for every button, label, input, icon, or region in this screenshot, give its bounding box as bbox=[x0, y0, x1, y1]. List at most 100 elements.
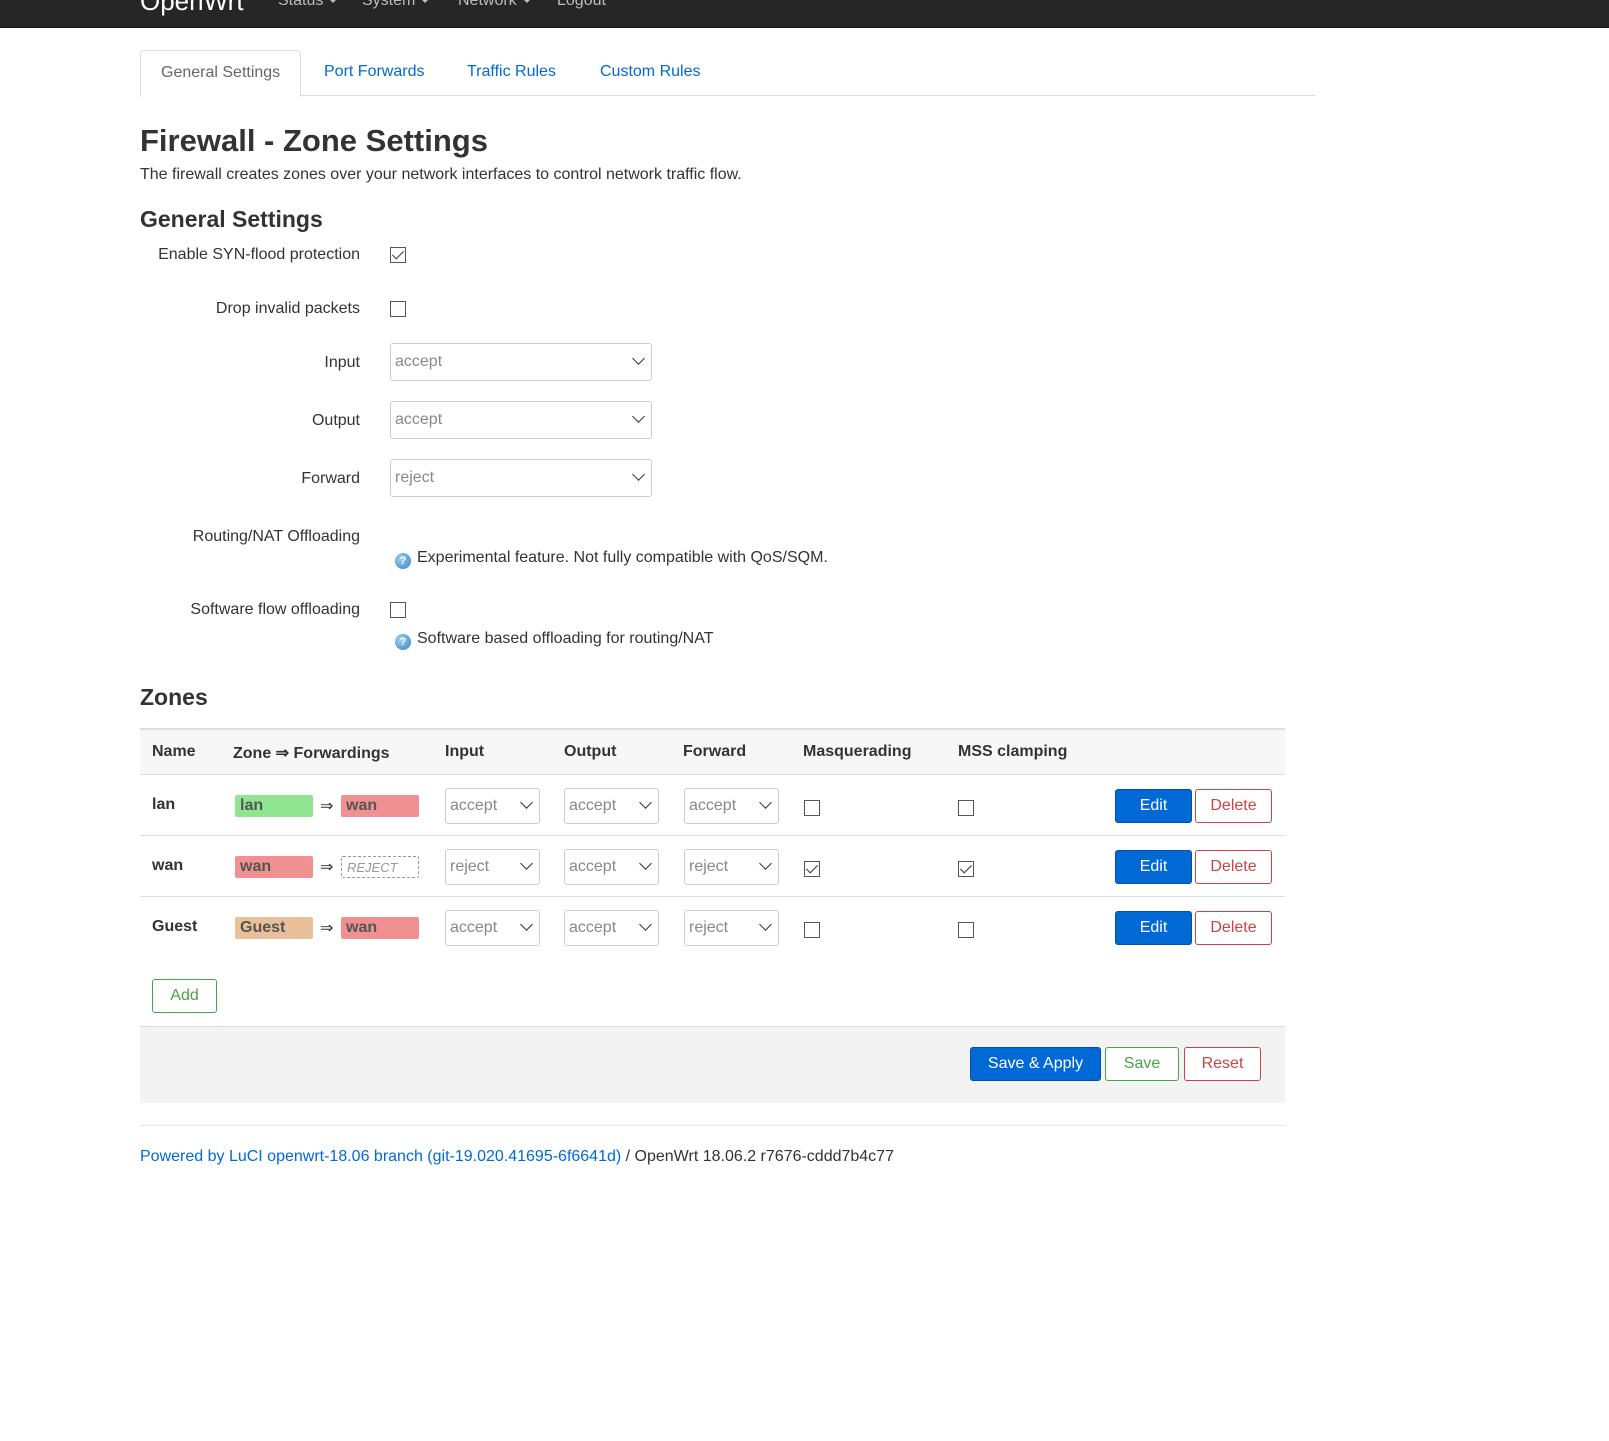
offloading-label: Routing/NAT Offloading bbox=[192, 528, 360, 545]
syn-flood-checkbox[interactable] bbox=[390, 247, 406, 263]
syn-flood-label: Enable SYN-flood protection bbox=[158, 246, 360, 263]
chevron-down-icon bbox=[639, 857, 652, 870]
th-zone-forwardings: Zone ⇒ Forwardings bbox=[233, 745, 390, 762]
luci-link[interactable]: Powered by LuCI openwrt-18.06 branch (gi… bbox=[140, 1148, 621, 1165]
chevron-down-icon bbox=[520, 796, 533, 809]
forward-policy-value: reject bbox=[395, 469, 435, 486]
help-icon: ? bbox=[395, 634, 411, 650]
delete-button[interactable]: Delete bbox=[1195, 911, 1272, 945]
zone-input-value: reject bbox=[450, 858, 490, 875]
zone-output-select[interactable]: accept bbox=[564, 849, 659, 885]
tab-custom-rules[interactable]: Custom Rules bbox=[580, 50, 720, 96]
zone-forward-value: reject bbox=[689, 919, 729, 936]
chevron-down-icon bbox=[759, 796, 772, 809]
zone-output-value: accept bbox=[569, 919, 617, 936]
th-output: Output bbox=[564, 743, 617, 760]
tab-bar: General Settings Port Forwards Traffic R… bbox=[140, 50, 1315, 97]
zone-badge: Guest bbox=[235, 917, 313, 939]
zone-output-select[interactable]: accept bbox=[564, 788, 659, 824]
table-row: Guest Guest ⇒ wan accept accept reject E… bbox=[140, 897, 1285, 958]
mss-clamping-checkbox[interactable] bbox=[958, 922, 974, 938]
zone-badge: wan bbox=[235, 856, 313, 878]
reset-button[interactable]: Reset bbox=[1184, 1047, 1261, 1081]
zone-name: Guest bbox=[152, 918, 198, 935]
forward-badge: REJECT bbox=[341, 856, 419, 878]
offloading-help-text: Experimental feature. Not fully compatib… bbox=[417, 549, 828, 566]
edit-button[interactable]: Edit bbox=[1115, 911, 1192, 945]
general-settings-heading: General Settings bbox=[140, 206, 323, 232]
drop-invalid-label: Drop invalid packets bbox=[215, 300, 360, 317]
nav-system-label: System bbox=[362, 0, 416, 9]
masquerading-checkbox[interactable] bbox=[804, 922, 820, 938]
zone-forward-select[interactable]: reject bbox=[684, 849, 779, 885]
tab-port-forwards[interactable]: Port Forwards bbox=[304, 50, 444, 96]
zone-output-select[interactable]: accept bbox=[564, 910, 659, 946]
version-text: / OpenWrt 18.06.2 r7676-cddd7b4c77 bbox=[621, 1148, 894, 1165]
sw-offload-checkbox[interactable] bbox=[390, 602, 406, 618]
nav-network[interactable]: Network bbox=[458, 0, 532, 10]
zone-forward-value: reject bbox=[689, 858, 729, 875]
zone-input-select[interactable]: reject bbox=[445, 849, 540, 885]
th-input: Input bbox=[445, 743, 485, 760]
nav-status[interactable]: Status bbox=[278, 0, 339, 10]
top-navbar: OpenWrt Status System Network Logout bbox=[0, 0, 1609, 28]
zone-input-select[interactable]: accept bbox=[445, 910, 540, 946]
zone-input-select[interactable]: accept bbox=[445, 788, 540, 824]
zone-forward-select[interactable]: reject bbox=[684, 910, 779, 946]
forward-badge: wan bbox=[341, 795, 419, 817]
input-label: Input bbox=[324, 354, 360, 371]
th-masquerading: Masquerading bbox=[803, 743, 912, 760]
caret-down-icon bbox=[328, 0, 339, 4]
chevron-down-icon bbox=[632, 468, 645, 481]
footer: Powered by LuCI openwrt-18.06 branch (gi… bbox=[140, 1148, 894, 1166]
drop-invalid-checkbox[interactable] bbox=[390, 301, 406, 317]
zone-output-value: accept bbox=[569, 858, 617, 875]
sw-offload-help-text: Software based offloading for routing/NA… bbox=[417, 630, 714, 647]
mss-clamping-checkbox[interactable] bbox=[958, 861, 974, 877]
masquerading-checkbox[interactable] bbox=[804, 861, 820, 877]
help-icon: ? bbox=[395, 553, 411, 569]
mss-clamping-checkbox[interactable] bbox=[958, 800, 974, 816]
chevron-down-icon bbox=[520, 918, 533, 931]
table-row: lan lan ⇒ wan accept accept accept Edit … bbox=[140, 775, 1285, 836]
forward-arrow-icon: ⇒ bbox=[320, 798, 334, 815]
tab-general-settings[interactable]: General Settings bbox=[140, 50, 302, 97]
chevron-down-icon bbox=[759, 857, 772, 870]
tab-traffic-rules[interactable]: Traffic Rules bbox=[447, 50, 576, 96]
save-button[interactable]: Save bbox=[1105, 1047, 1179, 1081]
th-name: Name bbox=[152, 743, 196, 760]
page-title: Firewall - Zone Settings bbox=[140, 123, 488, 158]
forward-badge: wan bbox=[341, 917, 419, 939]
edit-button[interactable]: Edit bbox=[1115, 850, 1192, 884]
chevron-down-icon bbox=[639, 918, 652, 931]
edit-button[interactable]: Edit bbox=[1115, 789, 1192, 823]
forward-label: Forward bbox=[301, 470, 360, 487]
sw-offload-label: Software flow offloading bbox=[190, 601, 360, 618]
zones-heading: Zones bbox=[140, 684, 208, 710]
nav-status-label: Status bbox=[278, 0, 324, 9]
brand-logo[interactable]: OpenWrt bbox=[140, 0, 244, 17]
zone-forward-select[interactable]: accept bbox=[684, 788, 779, 824]
delete-button[interactable]: Delete bbox=[1195, 850, 1272, 884]
zone-name: lan bbox=[152, 796, 176, 813]
output-policy-select[interactable]: accept bbox=[390, 401, 652, 439]
forward-policy-select[interactable]: reject bbox=[390, 459, 652, 497]
input-policy-select[interactable]: accept bbox=[390, 343, 652, 381]
input-policy-value: accept bbox=[395, 353, 443, 370]
sw-offload-help: ? Software based offloading for routing/N… bbox=[395, 630, 713, 650]
add-zone-button[interactable]: Add bbox=[152, 979, 217, 1013]
nav-logout[interactable]: Logout bbox=[557, 0, 606, 10]
actions-bar: Save & Apply Save Reset bbox=[140, 1026, 1285, 1103]
save-apply-button[interactable]: Save & Apply bbox=[970, 1047, 1101, 1081]
nav-network-label: Network bbox=[458, 0, 517, 9]
zone-forward-value: accept bbox=[689, 797, 737, 814]
table-row: wan wan ⇒ REJECT reject accept reject Ed… bbox=[140, 836, 1285, 897]
chevron-down-icon bbox=[632, 352, 645, 365]
th-mss-clamping: MSS clamping bbox=[958, 743, 1068, 760]
zones-table-header: Name Zone ⇒ Forwardings Input Output For… bbox=[140, 728, 1285, 775]
masquerading-checkbox[interactable] bbox=[804, 800, 820, 816]
chevron-down-icon bbox=[639, 796, 652, 809]
chevron-down-icon bbox=[520, 857, 533, 870]
delete-button[interactable]: Delete bbox=[1195, 789, 1272, 823]
nav-system[interactable]: System bbox=[362, 0, 431, 10]
